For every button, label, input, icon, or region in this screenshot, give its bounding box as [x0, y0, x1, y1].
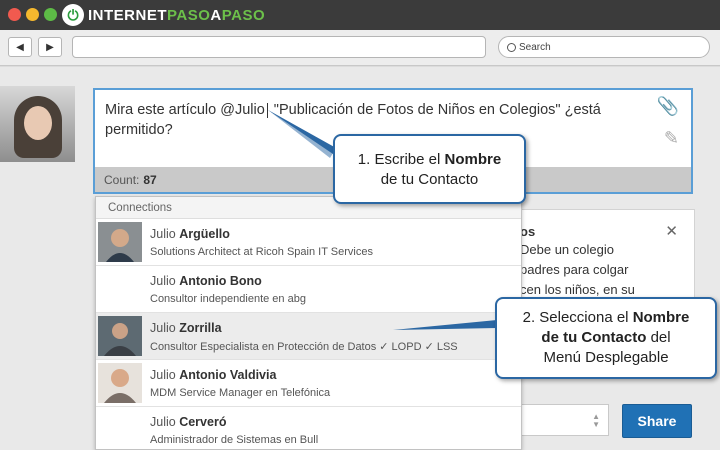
callout-step-2: 2. Selecciona el Nombre de tu Contacto d…: [495, 297, 717, 379]
callout-arrows: [268, 110, 497, 330]
callout-step-1: 1. Escribe el Nombre de tu Contacto: [333, 134, 526, 204]
